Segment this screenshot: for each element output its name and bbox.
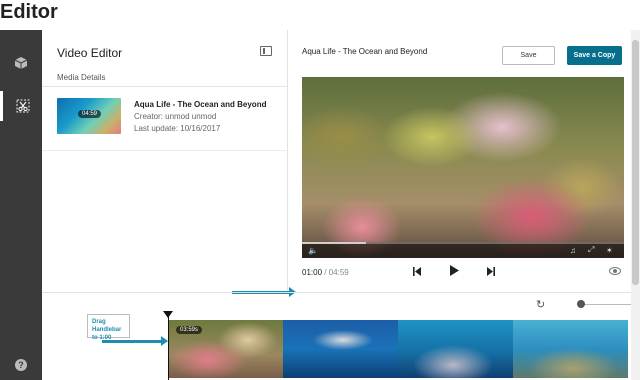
media-last-update: Last update: 10/16/2017 [134, 124, 221, 133]
editor-panel: Aqua Life - The Ocean and Beyond Save Sa… [289, 30, 640, 292]
app-title: Editor [0, 1, 58, 23]
annotation-arrow-icon [102, 336, 168, 346]
media-creator: Creator: unmod unmod [134, 112, 217, 121]
drag-hint-callout: Drag Handlebar to 1:00 [87, 314, 130, 341]
thumbnail-duration: 04:59 [78, 110, 102, 118]
time-separator: / [322, 268, 329, 277]
help-icon: ? [15, 359, 27, 371]
zoom-slider-handle[interactable] [577, 300, 585, 308]
rail-item-editor[interactable] [0, 91, 42, 121]
step-forward-button[interactable] [483, 265, 497, 279]
left-rail: ? [0, 30, 42, 380]
timecode: 01:00 / 04:59 [302, 268, 349, 277]
player-progress-track[interactable] [302, 242, 624, 244]
filmstrip-frame [513, 320, 628, 378]
cube-icon [14, 56, 28, 70]
save-button[interactable]: Save [502, 46, 555, 65]
player-control-bar: 🔈 ♫ ⤢ ✶ [302, 242, 624, 258]
playhead-marker-icon[interactable] [163, 311, 173, 318]
rail-item-help[interactable]: ? [0, 350, 42, 380]
play-icon [449, 263, 459, 281]
music-icon[interactable]: ♫ [570, 246, 576, 255]
timeline-filmstrip[interactable] [168, 320, 628, 378]
media-details-panel: Video Editor Media Details 04:59 Aqua Li… [42, 30, 288, 292]
divider [42, 86, 288, 87]
current-time: 01:00 [302, 268, 323, 277]
divider [42, 150, 288, 151]
video-player[interactable]: 🔈 ♫ ⤢ ✶ [302, 77, 624, 258]
panel-title: Video Editor [57, 46, 123, 60]
divider [42, 292, 640, 293]
rail-item-media[interactable] [0, 48, 42, 78]
filmstrip-frame [283, 320, 398, 378]
refresh-icon[interactable]: ↻ [536, 298, 545, 311]
scrollbar[interactable] [631, 30, 640, 380]
play-button[interactable] [447, 265, 461, 279]
zoom-slider[interactable] [579, 304, 639, 305]
fullscreen-icon[interactable]: ⤢ [588, 245, 594, 255]
settings-icon[interactable]: ✶ [606, 246, 613, 255]
step-back-button[interactable] [411, 265, 425, 279]
layout-toggle-icon[interactable] [260, 46, 272, 56]
save-copy-button[interactable]: Save a Copy [567, 46, 622, 65]
main-area: Video Editor Media Details 04:59 Aqua Li… [42, 30, 640, 380]
video-title: Aqua Life - The Ocean and Beyond [302, 47, 428, 56]
scrollbar-thumb[interactable] [632, 40, 639, 285]
playhead-time: 03:59s [176, 326, 203, 334]
media-thumbnail: 04:59 [57, 98, 121, 134]
total-duration: 04:59 [328, 268, 349, 277]
playhead-handle[interactable] [168, 315, 169, 380]
scissors-icon [16, 99, 30, 113]
step-back-icon [413, 263, 423, 281]
volume-icon[interactable]: 🔈 [308, 246, 318, 255]
step-forward-icon [485, 263, 495, 281]
filmstrip-frame [398, 320, 513, 378]
eye-icon[interactable] [609, 267, 621, 275]
panel-subtitle: Media Details [57, 73, 106, 82]
media-title: Aqua Life - The Ocean and Beyond [134, 100, 267, 109]
player-progress-fill [302, 242, 367, 244]
